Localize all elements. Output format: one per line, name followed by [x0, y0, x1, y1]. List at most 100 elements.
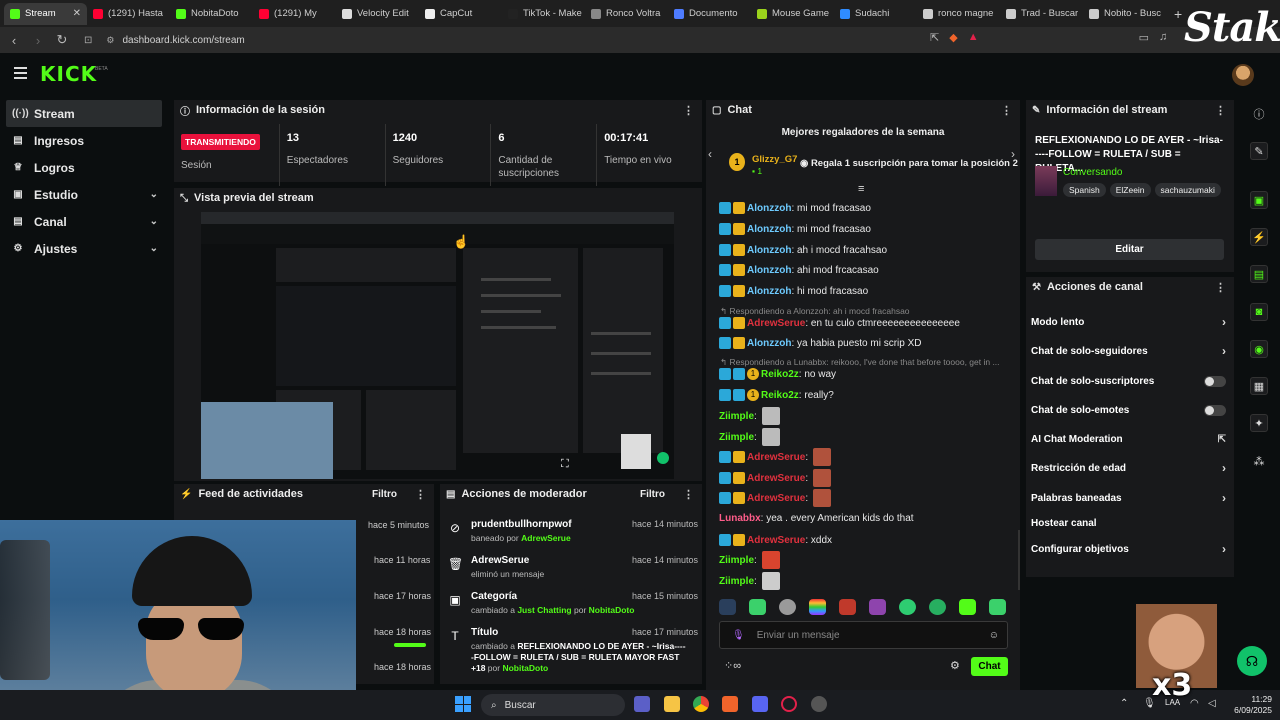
chat-username[interactable]: Alonzzoh — [747, 338, 791, 349]
chat-username[interactable]: Ziimple — [719, 411, 754, 422]
chat-message-input[interactable]: 🎙 Enviar un mensaje ☺ — [719, 621, 1008, 649]
browser-tab[interactable]: Trad - Buscar — [1000, 3, 1083, 25]
chat-username[interactable]: Lunabbx — [719, 513, 761, 524]
sidebar-item-ingresos[interactable]: ▤ Ingresos — [0, 127, 166, 154]
chat-settings-icon[interactable]: ⚙ — [950, 659, 960, 672]
windows-start-icon[interactable] — [455, 696, 471, 712]
bookmark-icon[interactable]: ⊡ — [84, 35, 92, 46]
browser-tab[interactable]: Ronco Voltra — [585, 3, 668, 25]
support-button[interactable]: ☊ — [1237, 646, 1267, 676]
brave-shield-icon[interactable]: ◆ — [949, 31, 957, 44]
wrench-rail-icon[interactable]: ✦ — [1250, 414, 1268, 432]
layout-rail-icon[interactable]: ▦ — [1250, 377, 1268, 395]
brave-icon[interactable] — [722, 696, 738, 712]
stream-preview[interactable]: ⛶ ☝ — [201, 212, 674, 479]
chat-rail-icon[interactable]: ◙ — [1250, 303, 1268, 321]
chat-scrollbar[interactable] — [1018, 530, 1020, 590]
stream-info-more-icon[interactable]: ⋮ — [1215, 104, 1226, 117]
url-field[interactable]: ⊡ ⚙ dashboard.kick.com/stream — [84, 30, 804, 50]
user-avatar[interactable] — [1232, 64, 1254, 86]
teams-icon[interactable] — [634, 696, 650, 712]
chat-username[interactable]: AdrewSerue — [747, 452, 805, 463]
channel-action[interactable]: Palabras baneadas › — [1031, 490, 1226, 506]
channel-action[interactable]: Configurar objetivos › — [1031, 541, 1226, 557]
chat-username[interactable]: Alonzzoh — [747, 286, 791, 297]
toggle-switch[interactable] — [1204, 375, 1226, 387]
chat-username[interactable]: AdrewSerue — [747, 535, 805, 546]
chat-username[interactable]: Ziimple — [719, 555, 754, 566]
mod-sub-user[interactable]: NobitaDoto — [502, 663, 548, 673]
reply-indicator[interactable]: ↰ Respondiendo a Alonzzoh: ah i mocd fra… — [720, 306, 910, 317]
share-rail-icon[interactable]: ⁂ — [1250, 452, 1268, 470]
microphone-icon[interactable]: 🎙 — [732, 630, 745, 641]
emote-icon[interactable] — [959, 599, 976, 615]
emote-icon[interactable] — [809, 599, 826, 615]
sidebar-item-stream[interactable]: ((·)) Stream — [6, 100, 162, 127]
browser-tab[interactable]: NobitaDoto — [170, 3, 253, 25]
tray-chevron-icon[interactable]: ⌃ — [1120, 698, 1128, 709]
emote-icon[interactable] — [779, 599, 796, 615]
chat-username[interactable]: Reiko2z — [761, 369, 799, 380]
chat-username[interactable]: Ziimple — [719, 432, 754, 443]
share-icon[interactable]: ⇱ — [930, 31, 939, 44]
browser-tab[interactable]: Velocity Edit — [336, 3, 419, 25]
sidebar-item-canal[interactable]: ▤ Canal ⌄ — [0, 208, 166, 235]
top-gifter-name[interactable]: Glizzy_G7 — [752, 154, 797, 165]
browser-tab[interactable]: Mouse Game — [751, 3, 834, 25]
channel-action[interactable]: Modo lento › — [1031, 314, 1226, 330]
mod-filter-button[interactable]: Filtro — [640, 489, 665, 500]
folder-icon[interactable] — [664, 696, 680, 712]
emoji-icon[interactable]: ☺ — [989, 630, 999, 641]
browser-tab[interactable]: (1291) Hasta — [87, 3, 170, 25]
channel-action[interactable]: AI Chat Moderation ⇱ — [1031, 431, 1226, 447]
app-icon[interactable] — [811, 696, 827, 712]
chat-username[interactable]: AdrewSerue — [747, 473, 805, 484]
reload-icon[interactable]: ↻ — [52, 32, 72, 48]
chat-username[interactable]: Alonzzoh — [747, 224, 791, 235]
toggle-switch[interactable] — [1204, 404, 1226, 416]
back-icon[interactable]: ‹ — [4, 33, 24, 48]
browser-tab[interactable]: Sudachi — [834, 3, 917, 25]
emote-icon[interactable] — [719, 599, 736, 615]
emote-icon[interactable] — [989, 599, 1006, 615]
sidebar-item-estudio[interactable]: ▣ Estudio ⌄ — [0, 181, 166, 208]
channel-action[interactable]: Chat de solo-seguidores › — [1031, 343, 1226, 359]
browser-tab[interactable]: Nobito - Busc — [1083, 3, 1166, 25]
chat-username[interactable]: Reiko2z — [761, 390, 799, 401]
rewards-icon[interactable]: ▲ — [968, 31, 979, 44]
browser-tab[interactable]: CapCut — [419, 3, 502, 25]
clip-rail-icon[interactable]: ▣ — [1250, 191, 1268, 209]
channel-actions-more-icon[interactable]: ⋮ — [1215, 281, 1226, 294]
mod-sub-user[interactable]: AdrewSerue — [521, 533, 571, 543]
browser-tab[interactable]: (1291) My — [253, 3, 336, 25]
category-thumbnail[interactable] — [1035, 166, 1057, 196]
info-rail-icon[interactable]: ⓘ — [1250, 105, 1268, 123]
browser-tab[interactable]: Documento — [668, 3, 751, 25]
chat-username[interactable]: Ziimple — [719, 576, 754, 587]
taskbar-search[interactable]: ⌕ Buscar — [481, 694, 625, 716]
emote-icon[interactable] — [869, 599, 886, 615]
media-icon[interactable]: ♫ — [1159, 31, 1167, 44]
edit-stream-button[interactable]: Editar — [1035, 239, 1224, 260]
emote-icon[interactable] — [839, 599, 856, 615]
gifters-prev-icon[interactable]: ‹ — [708, 147, 712, 161]
points-icon[interactable]: ⁘∞ — [724, 659, 741, 672]
chat-username[interactable]: AdrewSerue — [747, 318, 805, 329]
feed-more-icon[interactable]: ⋮ — [415, 488, 426, 501]
kick-logo[interactable]: KICK — [40, 62, 97, 86]
edit-rail-icon[interactable]: ✎ — [1250, 142, 1268, 160]
mod-sub-link[interactable]: Just Chatting — [517, 605, 571, 615]
mod-more-icon[interactable]: ⋮ — [683, 488, 694, 501]
tag[interactable]: sachauzumaki — [1154, 183, 1221, 197]
browser-tab[interactable]: Stream ✕ — [4, 2, 87, 25]
chrome-icon[interactable] — [693, 696, 709, 712]
chat-username[interactable]: AdrewSerue — [747, 493, 805, 504]
chat-username[interactable]: Alonzzoh — [747, 265, 791, 276]
chat-username[interactable]: Alonzzoh — [747, 203, 791, 214]
chat-more-icon[interactable]: ⋮ — [1001, 104, 1012, 117]
send-chat-button[interactable]: Chat — [971, 657, 1008, 676]
channel-action[interactable]: Chat de solo-suscriptores — [1031, 373, 1226, 389]
feed-filter-button[interactable]: Filtro — [372, 489, 397, 500]
discord-icon[interactable] — [752, 696, 768, 712]
pinned-icon[interactable]: ≡ — [858, 183, 864, 195]
